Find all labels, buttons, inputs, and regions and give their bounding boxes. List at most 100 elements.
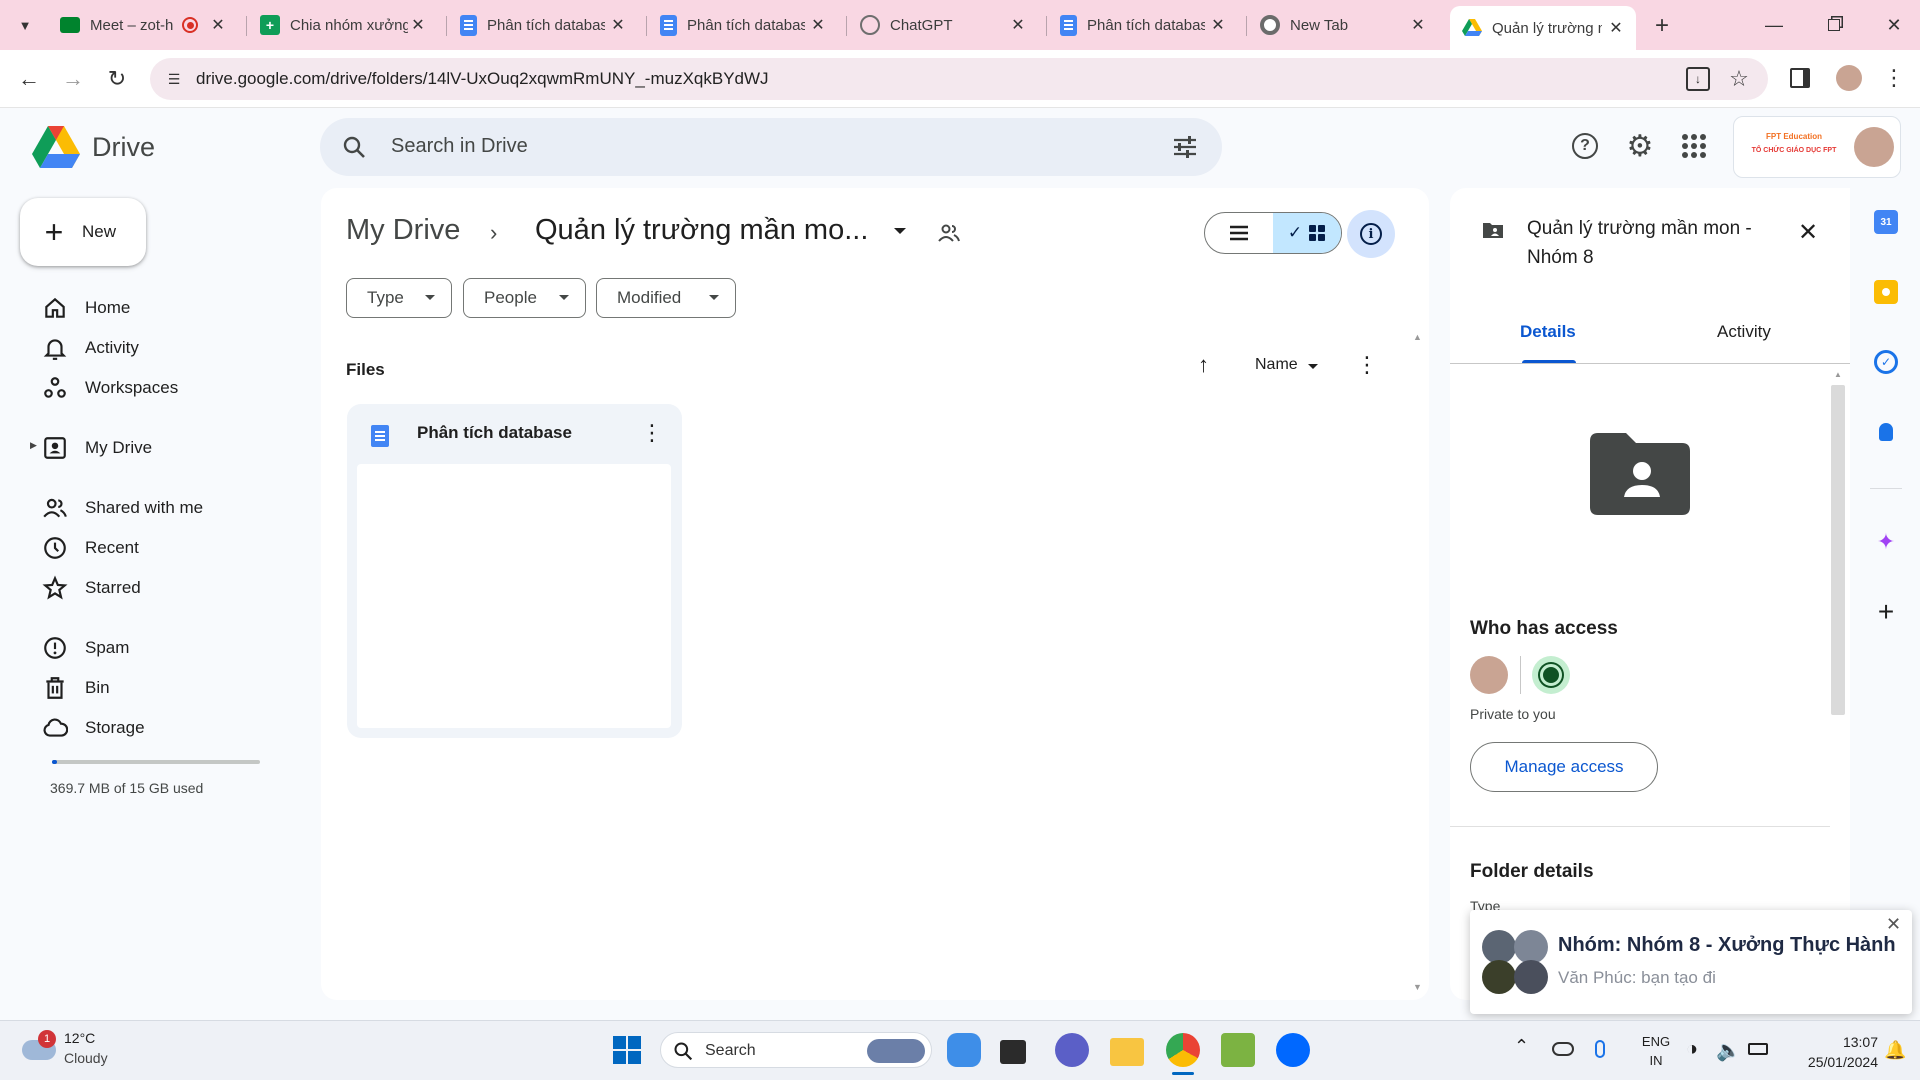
sidebar-item-workspaces[interactable]: Workspaces (42, 373, 178, 403)
avatar[interactable] (1470, 656, 1508, 694)
sidebar-item-my-drive[interactable]: My Drive (42, 433, 152, 463)
google-calendar-icon[interactable]: 31 (1874, 210, 1898, 234)
file-thumbnail[interactable] (357, 464, 671, 728)
search-placeholder[interactable]: Search in Drive (391, 135, 528, 158)
url-text[interactable]: drive.google.com/drive/folders/14lV-UxOu… (196, 69, 769, 89)
scroll-up-arrow-icon[interactable]: ▲ (1834, 370, 1842, 379)
close-icon[interactable]: ✕ (606, 13, 630, 37)
forward-arrow-icon[interactable]: → (58, 64, 88, 94)
manage-access-button[interactable]: Manage access (1470, 742, 1658, 792)
get-addons-plus-icon[interactable]: + (1874, 596, 1898, 627)
browser-tab-active[interactable]: Quản lý trường m ✕ (1450, 6, 1636, 50)
address-bar[interactable]: ☰ drive.google.com/drive/folders/14lV-Ux… (150, 58, 1768, 100)
view-toggle[interactable]: ✓ (1204, 212, 1342, 254)
browser-tab[interactable]: Phân tích database ✕ (1048, 8, 1238, 42)
sidebar-item-home[interactable]: Home (42, 293, 130, 323)
close-icon[interactable]: ✕ (1406, 13, 1430, 37)
copilot-icon[interactable] (947, 1033, 981, 1067)
globe-icon[interactable] (1532, 656, 1570, 694)
more-options-icon[interactable]: ⋮ (641, 420, 663, 446)
sidebar-item-spam[interactable]: Spam (42, 633, 129, 663)
close-icon[interactable]: ✕ (206, 13, 230, 37)
dropdown-arrow-icon[interactable] (894, 228, 906, 234)
sort-direction-arrow-icon[interactable]: ↑ (1198, 352, 1209, 378)
google-keep-icon[interactable] (1874, 280, 1898, 304)
browser-tab[interactable]: Meet – zot-h ✕ (48, 8, 238, 42)
wifi-icon[interactable]: ◑ (1686, 1038, 1698, 1061)
scroll-down-arrow-icon[interactable]: ▼ (1413, 982, 1422, 992)
close-window-icon[interactable]: ✕ (1876, 10, 1912, 40)
browser-tab[interactable]: Phân tích database ✕ (448, 8, 638, 42)
browser-tab[interactable]: + Chia nhóm xưởng ✕ (248, 8, 438, 42)
file-name[interactable]: Phân tích database (417, 423, 572, 443)
details-scrollbar[interactable] (1831, 385, 1845, 715)
zalo-notification-toast[interactable]: Nhóm: Nhóm 8 - Xưởng Thực Hành Văn Phúc:… (1470, 910, 1912, 1014)
filter-type-chip[interactable]: Type (346, 278, 452, 318)
browser-tab[interactable]: ChatGPT ✕ (848, 8, 1038, 42)
app-icon[interactable] (1221, 1033, 1255, 1067)
side-panel-icon[interactable] (1790, 68, 1810, 88)
site-info-icon[interactable]: ☰ (164, 69, 184, 89)
view-details-button[interactable]: i (1347, 210, 1395, 258)
sidebar-item-starred[interactable]: Starred (42, 573, 141, 603)
tab-details[interactable]: Details (1520, 322, 1576, 342)
task-view-icon[interactable] (1000, 1040, 1026, 1064)
grid-view-button[interactable]: ✓ (1273, 213, 1341, 253)
sidebar-item-activity[interactable]: Activity (42, 333, 139, 363)
clock[interactable]: 13:07 25/01/2024 (1780, 1032, 1878, 1072)
more-options-icon[interactable]: ⋮ (1356, 352, 1378, 378)
close-icon[interactable]: ✕ (1206, 13, 1230, 37)
install-app-icon[interactable]: ↓ (1686, 67, 1710, 91)
sort-by-name-button[interactable]: Name (1255, 356, 1298, 374)
new-button[interactable]: + New (20, 198, 146, 266)
tab-search-chevron-icon[interactable]: ▼ (12, 12, 38, 38)
input-language[interactable]: ENG IN (1636, 1032, 1676, 1070)
breadcrumb-current-folder[interactable]: Quản lý trường mần mo... (535, 214, 868, 247)
reload-icon[interactable]: ↻ (102, 64, 132, 94)
account-switcher[interactable]: FPT Education TỔ CHỨC GIÁO DỤC FPT (1733, 116, 1901, 178)
sidebar-item-shared-with-me[interactable]: Shared with me (42, 493, 203, 523)
close-icon[interactable]: ✕ (1794, 218, 1822, 246)
sidebar-item-storage[interactable]: Storage (42, 713, 145, 743)
filter-people-chip[interactable]: People (463, 278, 586, 318)
chevron-up-icon[interactable]: ⌃ (1514, 1036, 1529, 1057)
expand-arrow-icon[interactable]: ▶ (30, 440, 37, 451)
browser-menu-icon[interactable]: ⋮ (1882, 64, 1906, 92)
settings-gear-icon[interactable]: ⚙ (1624, 130, 1656, 163)
teams-chat-icon[interactable] (1055, 1033, 1089, 1067)
weather-widget[interactable]: 1 12°C Cloudy (20, 1030, 130, 1072)
volume-icon[interactable]: 🔈 (1716, 1038, 1741, 1063)
microphone-icon[interactable] (1595, 1040, 1605, 1058)
zalo-icon[interactable] (1276, 1033, 1310, 1067)
chrome-icon[interactable] (1166, 1033, 1200, 1067)
filter-modified-chip[interactable]: Modified (596, 278, 736, 318)
restore-icon[interactable] (1816, 10, 1852, 40)
back-arrow-icon[interactable]: ← (14, 64, 44, 94)
addon-icon[interactable]: ✦ (1874, 529, 1898, 554)
sidebar-item-recent[interactable]: Recent (42, 533, 139, 563)
close-icon[interactable]: ✕ (1604, 16, 1628, 40)
sidebar-item-bin[interactable]: Bin (42, 673, 110, 703)
file-explorer-icon[interactable] (1110, 1038, 1144, 1066)
minimize-icon[interactable]: — (1756, 10, 1792, 40)
battery-icon[interactable] (1748, 1043, 1768, 1055)
close-icon[interactable]: ✕ (1886, 914, 1901, 935)
taskbar-search-box[interactable]: Search (660, 1032, 932, 1068)
windows-start-icon[interactable] (610, 1033, 644, 1067)
onedrive-cloud-icon[interactable] (1552, 1042, 1574, 1056)
notification-bell-icon[interactable]: 🔔 (1884, 1040, 1906, 1061)
close-icon[interactable]: ✕ (806, 13, 830, 37)
scroll-up-arrow-icon[interactable]: ▲ (1413, 332, 1422, 342)
google-contacts-icon[interactable] (1874, 420, 1898, 444)
help-icon[interactable]: ? (1569, 130, 1601, 162)
close-icon[interactable]: ✕ (1006, 13, 1030, 37)
breadcrumb-my-drive[interactable]: My Drive (346, 214, 460, 247)
drive-logo[interactable]: Drive (32, 126, 155, 168)
google-tasks-icon[interactable]: ✓ (1874, 350, 1898, 374)
profile-avatar[interactable] (1836, 65, 1862, 91)
list-view-button[interactable] (1205, 213, 1273, 253)
browser-tab[interactable]: Phân tích database ✕ (648, 8, 838, 42)
search-icon[interactable] (342, 135, 366, 159)
new-tab-plus-icon[interactable]: + (1648, 12, 1676, 40)
drive-search-bar[interactable]: Search in Drive (320, 118, 1222, 176)
